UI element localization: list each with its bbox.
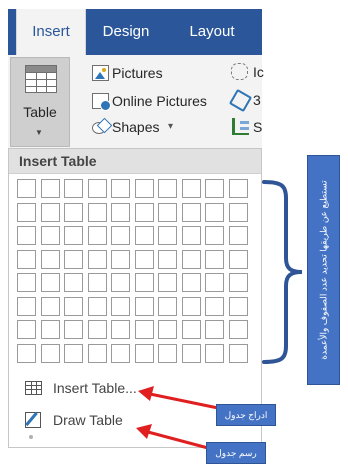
insert-annotation-text: ادراج جدول bbox=[224, 410, 268, 420]
insert-annotation-note: ادراج جدول bbox=[216, 404, 276, 426]
grid-annotation-text: تستطيع عن طريقها تحديد عدد الصفوف والأعم… bbox=[318, 180, 328, 360]
annotation-overlay bbox=[136, 180, 303, 450]
draw-annotation-text: رسم جدول bbox=[215, 448, 257, 458]
insert-arrow bbox=[138, 386, 219, 410]
draw-annotation-note: رسم جدول bbox=[206, 442, 266, 464]
grid-brace bbox=[262, 180, 303, 364]
grid-annotation-note: تستطيع عن طريقها تحديد عدد الصفوف والأعم… bbox=[307, 155, 340, 385]
draw-arrow bbox=[136, 424, 209, 450]
screenshot-root: Insert Design Layout Table ▼ Pictures On… bbox=[0, 0, 348, 466]
